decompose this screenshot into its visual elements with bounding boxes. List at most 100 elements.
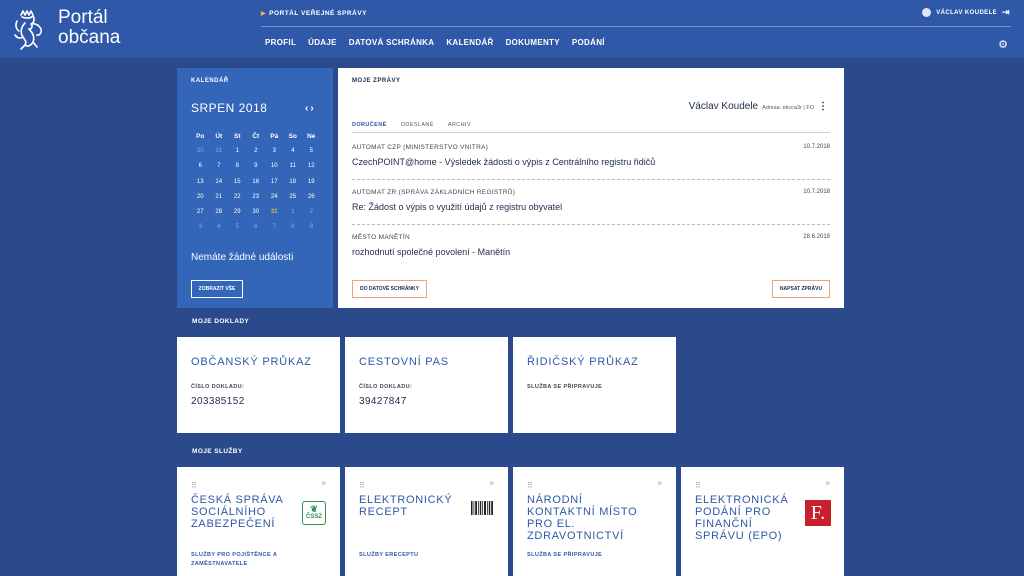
service-card-erecept[interactable]: ⠿ × ELEKTRONICKÝ RECEPT SLUŽBY ERECEPTU [345, 467, 508, 576]
write-message-button[interactable]: NAPSAT ZPRÁVU [772, 280, 830, 298]
calendar-day[interactable]: 2 [302, 205, 321, 220]
message-subject[interactable]: rozhodnutí společné povolení - Manětín [352, 247, 830, 257]
calendar-day[interactable]: 14 [210, 175, 229, 190]
message-subject[interactable]: Re: Žádost o výpis o využití údajů z reg… [352, 202, 830, 212]
document-card-ridicsky[interactable]: ŘIDIČSKÝ PRŮKAZ SLUŽBA SE PŘIPRAVUJE [513, 337, 676, 433]
calendar-day[interactable]: 27 [191, 205, 210, 220]
service-card-cssz[interactable]: ⠿ × ČESKÁ SPRÁVA SOCIÁLNÍHO ZABEZPEČENÍ … [177, 467, 340, 576]
chevron-right-icon[interactable]: › [310, 103, 315, 114]
document-title: CESTOVNÍ PAS [359, 356, 449, 368]
calendar-day[interactable]: 11 [284, 159, 303, 174]
calendar-day[interactable]: 1 [228, 144, 247, 159]
inbox-button[interactable]: DO DATOVÉ SCHRÁNKY [352, 280, 427, 298]
calendar-day[interactable]: 26 [302, 190, 321, 205]
logout-icon[interactable]: ⇥ [1002, 7, 1010, 18]
drag-grid-icon[interactable]: ⠿ [359, 481, 365, 490]
documents-label: MOJE DOKLADY [192, 318, 250, 325]
services-label: MOJE SLUŽBY [192, 448, 243, 455]
calendar-day[interactable]: 3 [265, 144, 284, 159]
service-card-epo[interactable]: ⠿ × ELEKTRONICKÁ PODÁNÍ PRO FINANČNÍ SPR… [681, 467, 844, 576]
calendar-day[interactable]: 9 [302, 220, 321, 235]
show-all-button[interactable]: ZOBRAZIT VŠE [191, 280, 243, 298]
nav-datova-schranka[interactable]: DATOVÁ SCHRÁNKA [349, 38, 435, 47]
calendar-day[interactable]: 13 [191, 175, 210, 190]
calendar-day[interactable]: 19 [302, 175, 321, 190]
message-divider [352, 179, 830, 180]
calendar-day[interactable]: 8 [228, 159, 247, 174]
message-sender: MĚSTO MANĚTÍN [352, 234, 410, 241]
close-icon[interactable]: × [321, 479, 326, 488]
calendar-day[interactable]: 7 [265, 220, 284, 235]
calendar-day[interactable]: 8 [284, 220, 303, 235]
calendar-day[interactable]: 6 [247, 220, 266, 235]
calendar-day[interactable]: 15 [228, 175, 247, 190]
calendar-day[interactable]: 1 [284, 205, 303, 220]
portal-verejne-spravy-link[interactable]: ▶ PORTÁL VEŘEJNÉ SPRÁVY [261, 10, 367, 17]
calendar-day[interactable]: 31 [265, 205, 284, 220]
document-status: SLUŽBA SE PŘIPRAVUJE [527, 384, 603, 390]
calendar-day[interactable]: 5 [228, 220, 247, 235]
messages-label: MOJE ZPRÁVY [352, 78, 401, 84]
drag-grid-icon[interactable]: ⠿ [191, 481, 197, 490]
calendar-day[interactable]: 25 [284, 190, 303, 205]
document-card-op[interactable]: OBČANSKÝ PRŮKAZ ČÍSLO DOKLADU: 203385152 [177, 337, 340, 433]
service-subtitle[interactable]: SLUŽBY PRO POJIŠTĚNCE A ZAMĚSTNAVATELE [191, 551, 301, 569]
calendar-day[interactable]: 9 [247, 159, 266, 174]
document-field-label: ČÍSLO DOKLADU: [359, 384, 413, 390]
calendar-day[interactable]: 7 [210, 159, 229, 174]
calendar-day[interactable]: 4 [210, 220, 229, 235]
calendar-day[interactable]: 23 [247, 190, 266, 205]
drag-grid-icon[interactable]: ⠿ [695, 481, 701, 490]
calendar-day[interactable]: 2 [247, 144, 266, 159]
calendar-day[interactable]: 24 [265, 190, 284, 205]
calendar-day[interactable]: 21 [210, 190, 229, 205]
document-title: ŘIDIČSKÝ PRŮKAZ [527, 356, 639, 368]
calendar-day[interactable]: 30 [191, 144, 210, 159]
calendar-day[interactable]: 30 [247, 205, 266, 220]
more-vertical-icon[interactable]: ⋮ [818, 101, 828, 112]
gear-icon[interactable]: ⚙ [998, 38, 1008, 51]
calendar-day[interactable]: 5 [302, 144, 321, 159]
close-icon[interactable]: × [657, 479, 662, 488]
portal-logo-text[interactable]: Portál občana [58, 8, 120, 48]
calendar-panel: KALENDÁŘ SRPEN 2018 ‹› Po Út St Čt Pá So Ne 30 3… [177, 68, 333, 308]
calendar-day[interactable]: 22 [228, 190, 247, 205]
drag-grid-icon[interactable]: ⠿ [527, 481, 533, 490]
user-menu[interactable]: VÁCLAV KOUDELE ⇥ [922, 7, 1010, 18]
calendar-day[interactable]: 18 [284, 175, 303, 190]
calendar-day[interactable]: 31 [210, 144, 229, 159]
calendar-day[interactable]: 20 [191, 190, 210, 205]
nav-kalendar[interactable]: KALENDÁŘ [446, 38, 493, 47]
message-date: 28.6.2018 [803, 234, 830, 240]
service-card-nkm[interactable]: ⠿ × NÁRODNÍ KONTAKTNÍ MÍSTO PRO EL. ZDRA… [513, 467, 676, 576]
calendar-day[interactable]: 29 [228, 205, 247, 220]
calendar-day[interactable]: 28 [210, 205, 229, 220]
calendar-day[interactable]: 10 [265, 159, 284, 174]
message-item[interactable]: AUTOMAT CZP (MINISTERSTVO VNITRA) 10.7.2… [352, 144, 830, 167]
calendar-day[interactable]: 16 [247, 175, 266, 190]
financni-sprava-logo-icon: F. [805, 500, 831, 526]
lion-emblem-icon[interactable] [11, 9, 45, 51]
nav-profil[interactable]: PROFIL [265, 38, 296, 47]
message-subject[interactable]: CzechPOINT@home - Výsledek žádosti o výp… [352, 157, 830, 167]
weekday-label: Čt [252, 133, 260, 140]
top-header: Portál občana ▶ PORTÁL VEŘEJNÉ SPRÁVY PRO… [0, 0, 1024, 58]
service-title: NÁRODNÍ KONTAKTNÍ MÍSTO PRO EL. ZDRAVOTN… [527, 494, 638, 542]
calendar-day[interactable]: 3 [191, 220, 210, 235]
weekday-label: So [288, 133, 297, 140]
nav-podani[interactable]: PODÁNÍ [572, 38, 605, 47]
close-icon[interactable]: × [489, 479, 494, 488]
user-name: VÁCLAV KOUDELE [936, 9, 998, 16]
document-card-pas[interactable]: CESTOVNÍ PAS ČÍSLO DOKLADU: 39427847 [345, 337, 508, 433]
calendar-day[interactable]: 17 [265, 175, 284, 190]
calendar-day[interactable]: 12 [302, 159, 321, 174]
message-item[interactable]: MĚSTO MANĚTÍN 28.6.2018 rozhodnutí spole… [352, 234, 830, 257]
nav-dokumenty[interactable]: DOKUMENTY [506, 38, 560, 47]
nav-udaje[interactable]: ÚDAJE [308, 38, 337, 47]
message-item[interactable]: AUTOMAT ZR (SPRÁVA ZÁKLADNÍCH REGISTRŮ) … [352, 189, 830, 212]
calendar-day[interactable]: 4 [284, 144, 303, 159]
service-subtitle[interactable]: SLUŽBY ERECEPTU [359, 551, 469, 560]
message-divider [352, 224, 830, 225]
calendar-day[interactable]: 6 [191, 159, 210, 174]
close-icon[interactable]: × [825, 479, 830, 488]
